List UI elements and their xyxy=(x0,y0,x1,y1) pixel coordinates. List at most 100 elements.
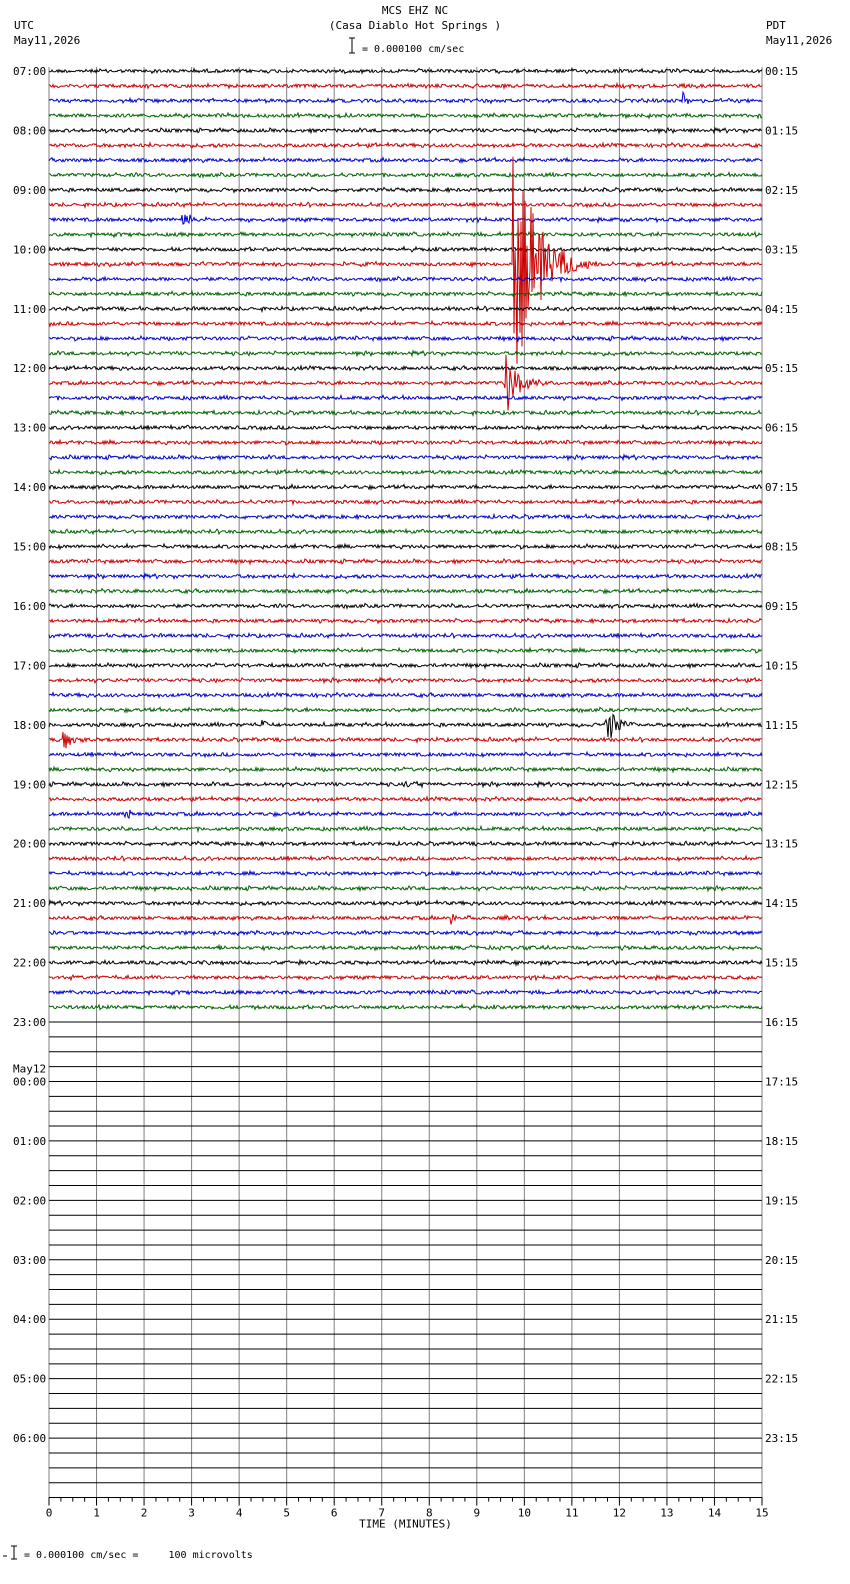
x-tick-label: 6 xyxy=(331,1507,338,1520)
scale-bar-icon xyxy=(349,37,355,54)
right-hour-label: 07:15 xyxy=(765,481,798,494)
left-hour-label: 14:00 xyxy=(13,481,46,494)
trace-line xyxy=(48,795,763,803)
trace-line xyxy=(48,706,763,714)
right-hour-label: 21:15 xyxy=(765,1313,798,1326)
trace-line xyxy=(48,230,763,239)
trace-line xyxy=(48,90,763,105)
x-tick-label: 9 xyxy=(473,1507,480,1520)
x-tick-label: 12 xyxy=(613,1507,626,1520)
trace-line xyxy=(48,319,763,328)
right-hour-label: 16:15 xyxy=(765,1016,798,1029)
trace-line xyxy=(48,393,763,402)
trace-line xyxy=(48,602,763,611)
trace-line xyxy=(48,364,763,372)
right-hour-label: 09:15 xyxy=(765,600,798,613)
right-hour-label: 20:15 xyxy=(765,1254,798,1267)
right-hour-label: 12:15 xyxy=(765,778,798,791)
x-tick-label: 11 xyxy=(565,1507,578,1520)
trace-line xyxy=(48,676,763,685)
right-hour-label: 17:15 xyxy=(765,1075,798,1088)
trace-line xyxy=(48,988,763,997)
trace-line xyxy=(48,646,763,655)
right-hour-label: 10:15 xyxy=(765,659,798,672)
trace-line xyxy=(48,661,763,670)
left-hour-label: 10:00 xyxy=(13,243,46,256)
right-hour-label: 11:15 xyxy=(765,719,798,732)
left-hour-label: 07:00 xyxy=(13,65,46,78)
right-hour-label: 05:15 xyxy=(765,362,798,375)
left-hour-label: 12:00 xyxy=(13,362,46,375)
trace-line xyxy=(48,973,763,982)
left-hour-label: 02:00 xyxy=(13,1194,46,1207)
left-hour-label: 23:00 xyxy=(13,1016,46,1029)
x-tick-label: 13 xyxy=(660,1507,673,1520)
helicorder-plot: 0 1 2 3 4 5 6 7 8 9 10 11 12 13 14 15TIME (MINUTES) 07:… xyxy=(3,37,798,1560)
left-hour-label: 16:00 xyxy=(13,600,46,613)
right-hour-label: 23:15 xyxy=(765,1432,798,1445)
left-hour-label: 09:00 xyxy=(13,184,46,197)
trace-line xyxy=(48,616,763,625)
trace-line xyxy=(48,453,763,462)
x-tick-label: 4 xyxy=(236,1507,243,1520)
x-tick-label: 0 xyxy=(46,1507,53,1520)
trace-line xyxy=(48,929,763,938)
x-tick-label: 14 xyxy=(708,1507,722,1520)
trace-line xyxy=(48,1003,763,1012)
trace-line xyxy=(48,468,763,476)
right-hour-label: 02:15 xyxy=(765,184,798,197)
trace-line xyxy=(48,111,763,120)
right-hour-label: 00:15 xyxy=(765,65,798,78)
trace-line xyxy=(48,170,763,179)
trace-line xyxy=(48,483,763,491)
left-hour-label: 11:00 xyxy=(13,303,46,316)
trace-line xyxy=(48,289,763,298)
trace-line xyxy=(48,141,763,150)
trace-line xyxy=(48,780,762,789)
left-hour-label: 06:00 xyxy=(13,1432,46,1445)
trace-line xyxy=(48,884,763,893)
trace-line xyxy=(48,898,763,907)
trace-line xyxy=(48,765,763,774)
empty-baselines xyxy=(49,1021,762,1484)
right-hour-label: 13:15 xyxy=(765,838,798,851)
left-hour-label: 13:00 xyxy=(13,422,46,435)
trace-line xyxy=(48,839,763,848)
trace-line xyxy=(48,408,763,418)
trace-line xyxy=(48,631,763,640)
trace-line xyxy=(48,304,763,314)
trace-line xyxy=(48,854,763,863)
x-tick-label: 2 xyxy=(141,1507,148,1520)
right-hour-label: 06:15 xyxy=(765,422,798,435)
trace-line xyxy=(48,732,763,749)
trace-line xyxy=(48,497,763,507)
date-change-label: May12 xyxy=(13,1062,46,1075)
trace-line xyxy=(48,587,763,595)
trace-line xyxy=(48,512,762,522)
left-hour-label: 19:00 xyxy=(13,778,46,791)
trace-line xyxy=(49,527,763,536)
left-hour-label: 22:00 xyxy=(13,957,46,970)
right-hour-label: 01:15 xyxy=(765,124,798,137)
trace-line xyxy=(48,67,763,75)
trace-line xyxy=(48,349,763,358)
trace-line xyxy=(48,542,763,551)
right-hour-label: 04:15 xyxy=(765,303,798,316)
trace-line xyxy=(48,156,763,164)
left-hour-label: 00:00 xyxy=(13,1075,46,1088)
trace-line xyxy=(48,245,763,254)
left-hour-label: 04:00 xyxy=(13,1313,46,1326)
traces xyxy=(48,67,763,1012)
trace-line xyxy=(48,200,763,210)
footer-scale-bar-icon xyxy=(3,1545,17,1560)
right-hour-label: 15:15 xyxy=(765,957,798,970)
left-hour-label: 03:00 xyxy=(13,1254,46,1267)
trace-line xyxy=(48,572,762,581)
left-hour-label: 18:00 xyxy=(13,719,46,732)
left-hour-label: 20:00 xyxy=(13,838,46,851)
trace-line xyxy=(48,185,763,194)
trace-line xyxy=(48,214,763,225)
right-hour-label: 14:15 xyxy=(765,897,798,910)
x-tick-label: 1 xyxy=(93,1507,100,1520)
left-hour-label: 05:00 xyxy=(13,1373,46,1386)
